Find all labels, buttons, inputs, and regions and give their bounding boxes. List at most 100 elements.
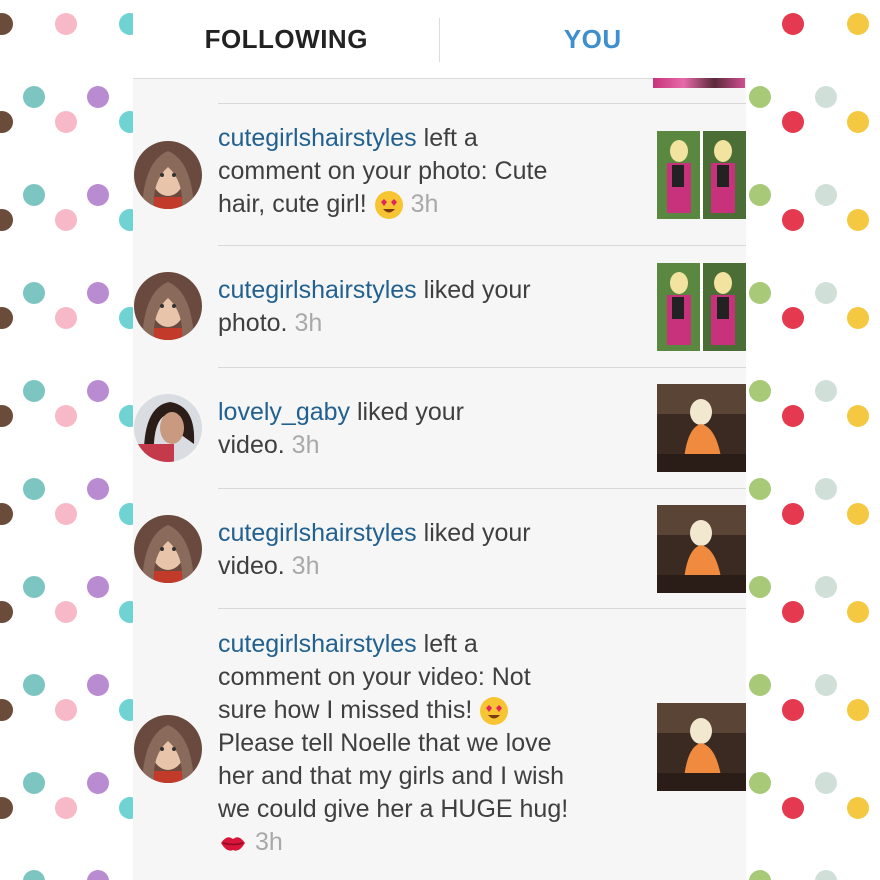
kiss-lips-emoji-icon [221, 837, 245, 852]
notification-action: left a [416, 124, 478, 152]
polka-dot [87, 184, 109, 206]
tab-following[interactable]: FOLLOWING [133, 0, 440, 78]
polka-dot [23, 86, 45, 108]
polka-dot [749, 870, 771, 880]
polka-dot [749, 184, 771, 206]
polka-dot [0, 503, 13, 525]
notification-line: we could give her a HUGE hug! [218, 795, 569, 823]
notification-line: her and that my girls and I wish [218, 762, 564, 790]
polka-dot [815, 576, 837, 598]
polka-dot [782, 699, 804, 721]
polka-dot [23, 870, 45, 880]
polka-dot [847, 307, 869, 329]
polka-dot [815, 870, 837, 880]
avatar[interactable] [134, 272, 202, 340]
polka-dot [23, 674, 45, 696]
polka-dot [749, 86, 771, 108]
notification-row[interactable]: lovely_gaby liked your video. 3h [134, 367, 746, 489]
polka-dot [87, 772, 109, 794]
polka-dot [0, 13, 13, 35]
polka-dot [815, 282, 837, 304]
notification-action: liked your [350, 398, 464, 426]
notification-text: cutegirlshairstyles left a comment on yo… [218, 628, 568, 859]
polka-dot [23, 282, 45, 304]
notification-row[interactable]: cutegirlshairstyles liked your video. 3h [134, 488, 746, 609]
polka-dot [749, 380, 771, 402]
notification-row[interactable]: cutegirlshairstyles left a comment on yo… [134, 103, 746, 246]
timestamp: 3h [291, 431, 320, 459]
polka-dot [815, 86, 837, 108]
timestamp: 3h [410, 190, 439, 218]
heart-eyes-emoji-icon [480, 697, 509, 726]
polka-dot [847, 111, 869, 133]
photo-thumbnail[interactable] [657, 131, 746, 219]
username-link[interactable]: cutegirlshairstyles [218, 124, 417, 152]
video-thumbnail[interactable] [657, 703, 746, 791]
polka-dot [87, 870, 109, 880]
video-thumbnail[interactable] [657, 505, 746, 593]
polka-dot [55, 601, 77, 623]
photo-thumbnail[interactable] [657, 263, 746, 351]
notification-line: video. [218, 552, 292, 580]
polka-dot [0, 209, 13, 231]
polka-dot [782, 405, 804, 427]
polka-dot [87, 380, 109, 402]
notification-text: cutegirlshairstyles liked your photo. 3h [218, 274, 531, 340]
polka-dot [847, 601, 869, 623]
username-link[interactable]: cutegirlshairstyles [218, 630, 417, 658]
username-link[interactable]: cutegirlshairstyles [218, 519, 417, 547]
notification-text: lovely_gaby liked your video. 3h [218, 396, 464, 462]
notification-line: comment on your photo: Cute [218, 157, 548, 185]
polka-dot [847, 405, 869, 427]
polka-dot [0, 111, 13, 133]
polka-dot [0, 405, 13, 427]
polka-dot [782, 797, 804, 819]
polka-dot [23, 772, 45, 794]
polka-dot [749, 478, 771, 500]
polka-dot [23, 184, 45, 206]
notification-row[interactable]: cutegirlshairstyles left a comment on yo… [134, 608, 746, 880]
polka-dot [55, 797, 77, 819]
polka-dot [815, 380, 837, 402]
username-link[interactable]: cutegirlshairstyles [218, 276, 417, 304]
polka-dot [0, 307, 13, 329]
polka-dot [55, 307, 77, 329]
notification-action: left a [416, 630, 478, 658]
tab-divider [439, 18, 440, 62]
polka-dot [815, 674, 837, 696]
polka-dot [87, 282, 109, 304]
avatar[interactable] [134, 141, 202, 209]
polka-dot [847, 699, 869, 721]
timestamp: 3h [254, 828, 283, 856]
polka-dot [749, 576, 771, 598]
polka-dot [847, 797, 869, 819]
polka-dot [0, 699, 13, 721]
polka-dot [847, 209, 869, 231]
notification-row[interactable]: cutegirlshairstyles liked your photo. 3h [134, 245, 746, 368]
notification-line: video. [218, 431, 292, 459]
avatar[interactable] [134, 394, 202, 462]
polka-dot [23, 576, 45, 598]
username-link[interactable]: lovely_gaby [218, 398, 350, 426]
previous-row-thumbnail[interactable] [653, 78, 745, 88]
avatar[interactable] [134, 715, 202, 783]
notification-line: hair, cute girl! [218, 190, 374, 218]
polka-dot [0, 797, 13, 819]
polka-dot [847, 503, 869, 525]
polka-dot [847, 13, 869, 35]
polka-dot [782, 503, 804, 525]
polka-dot [782, 601, 804, 623]
polka-dot [782, 111, 804, 133]
notification-line: photo. [218, 309, 295, 337]
polka-dot [55, 209, 77, 231]
video-thumbnail[interactable] [657, 384, 746, 472]
polka-dot [55, 111, 77, 133]
heart-eyes-emoji-icon [374, 191, 403, 220]
polka-dot [815, 772, 837, 794]
notification-action: liked your [416, 519, 531, 547]
avatar[interactable] [134, 515, 202, 583]
polka-dot [55, 13, 77, 35]
notification-line: sure how I missed this! [218, 696, 480, 724]
tab-you[interactable]: YOU [440, 0, 747, 78]
polka-dot [749, 282, 771, 304]
